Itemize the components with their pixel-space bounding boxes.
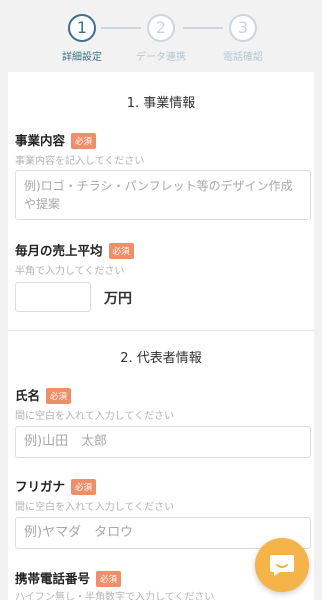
business-content-label-text: 事業内容 xyxy=(15,133,66,148)
business-content-textarea[interactable]: 例)ロゴ・チラシ・パンフレット等のデザイン作成や提案 xyxy=(15,170,311,220)
furigana-hint: 間に空白を入れて入力してください xyxy=(15,502,175,513)
step-2-number: 2 xyxy=(147,14,175,42)
progress-stepper: 1 詳細設定 2 データ連携 3 電話確認 xyxy=(0,0,322,72)
section-title-business: 1. 事業情報 xyxy=(126,96,196,111)
step-details: 1 詳細設定 xyxy=(52,14,112,63)
monthly-sales-input[interactable] xyxy=(15,282,91,312)
required-badge: 必須 xyxy=(96,571,122,587)
required-badge: 必須 xyxy=(71,133,97,149)
mobile-phone-label-text: 携帯電話番号 xyxy=(15,571,91,586)
chat-bubble-icon xyxy=(268,552,296,578)
mobile-phone-hint: ハイフン無し・半角数字で入力してください xyxy=(15,592,215,600)
name-label: 氏名 必須 xyxy=(15,385,72,404)
section-title-representative: 2. 代表者情報 xyxy=(120,351,202,366)
business-content-hint: 事業内容を記入してください xyxy=(15,156,145,167)
step-1-number: 1 xyxy=(68,14,96,42)
step-data-link: 2 データ連携 xyxy=(131,14,191,63)
business-content-label: 事業内容 必須 xyxy=(15,130,97,149)
step-2-label: データ連携 xyxy=(136,52,186,63)
section-divider xyxy=(8,330,314,331)
required-badge: 必須 xyxy=(108,243,134,259)
required-badge: 必須 xyxy=(71,479,97,495)
furigana-label: フリガナ 必須 xyxy=(15,476,97,495)
furigana-label-text: フリガナ xyxy=(15,479,66,494)
monthly-sales-label-text: 毎月の売上平均 xyxy=(15,243,103,258)
name-label-text: 氏名 xyxy=(15,388,41,403)
sales-unit-label: 万円 xyxy=(104,291,132,307)
step-3-label: 電話確認 xyxy=(223,52,263,63)
monthly-sales-hint: 半角で入力してください xyxy=(15,266,125,277)
form-card: 1. 事業情報 事業内容 必須 事業内容を記入してください 例)ロゴ・チラシ・パン… xyxy=(8,72,314,600)
step-3-number: 3 xyxy=(229,14,257,42)
name-input[interactable]: 例)山田 太郎 xyxy=(15,426,311,458)
monthly-sales-label: 毎月の売上平均 必須 xyxy=(15,240,134,259)
name-hint: 間に空白を入れて入力してください xyxy=(15,411,175,422)
chat-button[interactable] xyxy=(255,538,309,592)
mobile-phone-label: 携帯電話番号 必須 xyxy=(15,568,122,587)
required-badge: 必須 xyxy=(46,388,72,404)
step-1-label: 詳細設定 xyxy=(62,52,102,63)
step-phone-verify: 3 電話確認 xyxy=(213,14,273,63)
